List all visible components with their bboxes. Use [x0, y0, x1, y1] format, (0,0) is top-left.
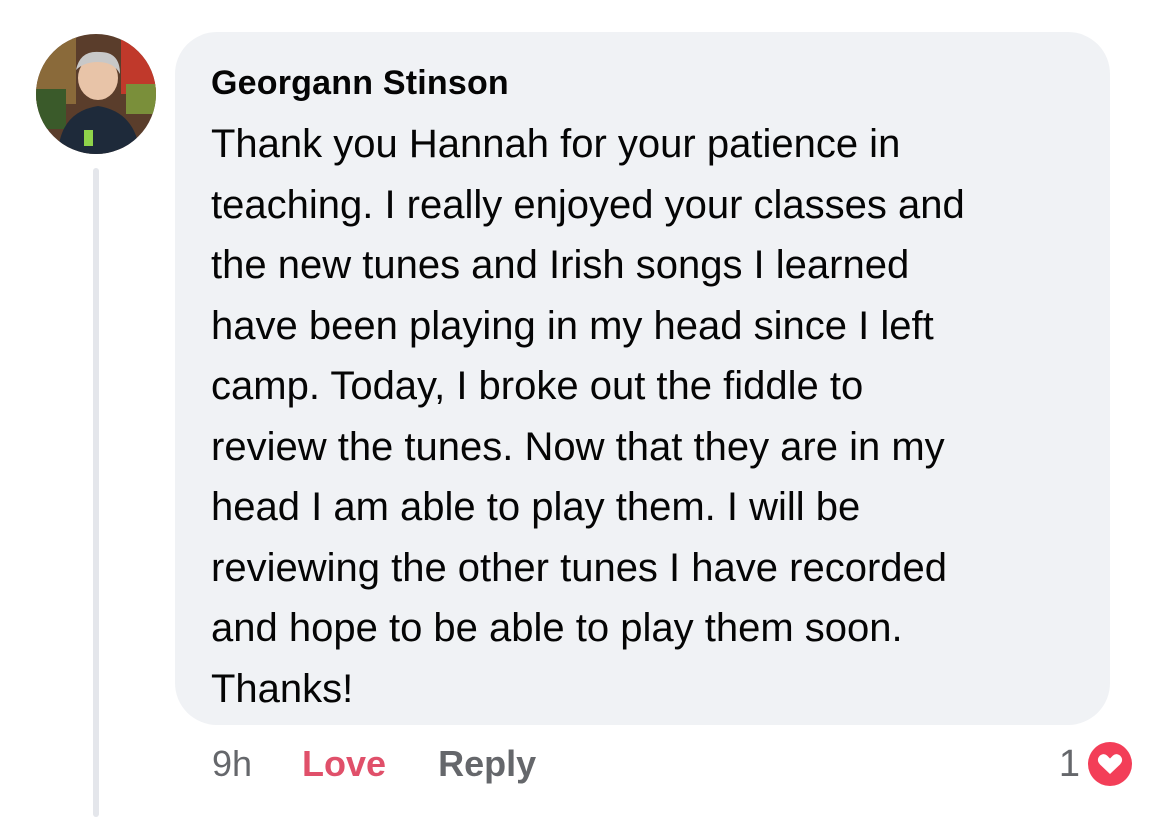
thread-connector-line — [93, 168, 99, 817]
love-reaction-button[interactable]: Love — [302, 740, 386, 788]
comment-thread: Georgann Stinson Thank you Hannah for yo… — [0, 0, 1170, 817]
comment-bubble: Georgann Stinson Thank you Hannah for yo… — [175, 32, 1110, 725]
avatar[interactable] — [36, 34, 156, 154]
reaction-count: 1 — [1058, 743, 1080, 785]
avatar-photo — [36, 34, 156, 154]
comment-timestamp[interactable]: 9h — [212, 740, 252, 788]
comment-author-name[interactable]: Georgann Stinson — [211, 62, 1080, 104]
comment-actions: 9h Love Reply — [212, 740, 536, 788]
comment-body-text: Thank you Hannah for your patience in te… — [211, 122, 965, 711]
reaction-summary[interactable]: 1 — [1059, 738, 1136, 790]
heart-icon — [1084, 738, 1136, 790]
reply-button[interactable]: Reply — [438, 740, 536, 788]
